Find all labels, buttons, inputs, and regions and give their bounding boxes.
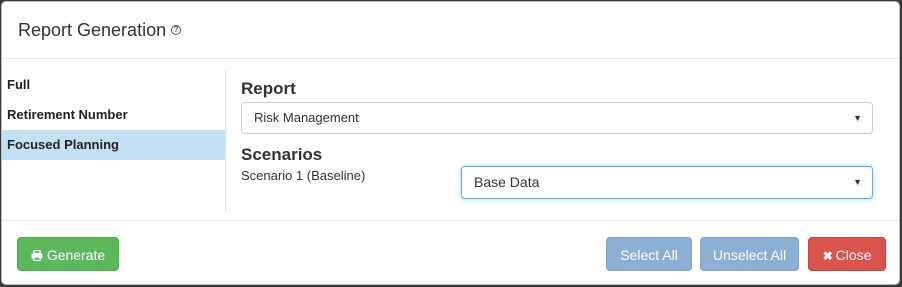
generate-button[interactable]: Generate: [17, 237, 119, 271]
scenario-label: Scenario 1 (Baseline): [241, 168, 366, 183]
dialog-header: Report Generation ?: [2, 2, 899, 59]
scenario-row: Scenario 1 (Baseline) Base Data ▼: [241, 166, 873, 200]
sidebar-item-retirement-number[interactable]: Retirement Number: [2, 100, 225, 130]
report-options: Report Risk Management ▼ Scenarios Scena…: [241, 78, 873, 200]
unselect-all-button[interactable]: Unselect All: [700, 237, 799, 271]
printer-icon: [31, 249, 43, 262]
select-all-button[interactable]: Select All: [606, 237, 692, 271]
report-generation-dialog: Report Generation ? Full Retirement Numb…: [1, 1, 900, 285]
scenario-data-select[interactable]: Base Data ▼: [461, 166, 873, 199]
scenario-select-value: Base Data: [474, 174, 540, 190]
report-heading: Report: [241, 79, 296, 98]
scenarios-heading: Scenarios: [241, 145, 323, 164]
close-label: Close: [835, 247, 872, 263]
sidebar-item-full[interactable]: Full: [2, 70, 225, 100]
report-select[interactable]: Risk Management ▼: [241, 102, 873, 134]
close-button[interactable]: ✖ Close: [808, 237, 886, 271]
close-icon: ✖: [822, 249, 833, 263]
help-icon[interactable]: ?: [171, 25, 182, 35]
caret-down-icon: ▼: [853, 113, 862, 123]
dialog-body: Full Retirement Number Focused Planning …: [2, 59, 899, 220]
report-type-sidebar: Full Retirement Number Focused Planning: [2, 70, 226, 212]
caret-down-icon: ▼: [853, 177, 862, 187]
dialog-footer: Generate Select All Unselect All ✖ Close: [2, 220, 899, 284]
generate-label: Generate: [46, 247, 106, 263]
report-select-value: Risk Management: [254, 110, 359, 125]
dialog-title: Report Generation: [18, 19, 167, 40]
sidebar-item-focused-planning[interactable]: Focused Planning: [2, 130, 225, 160]
